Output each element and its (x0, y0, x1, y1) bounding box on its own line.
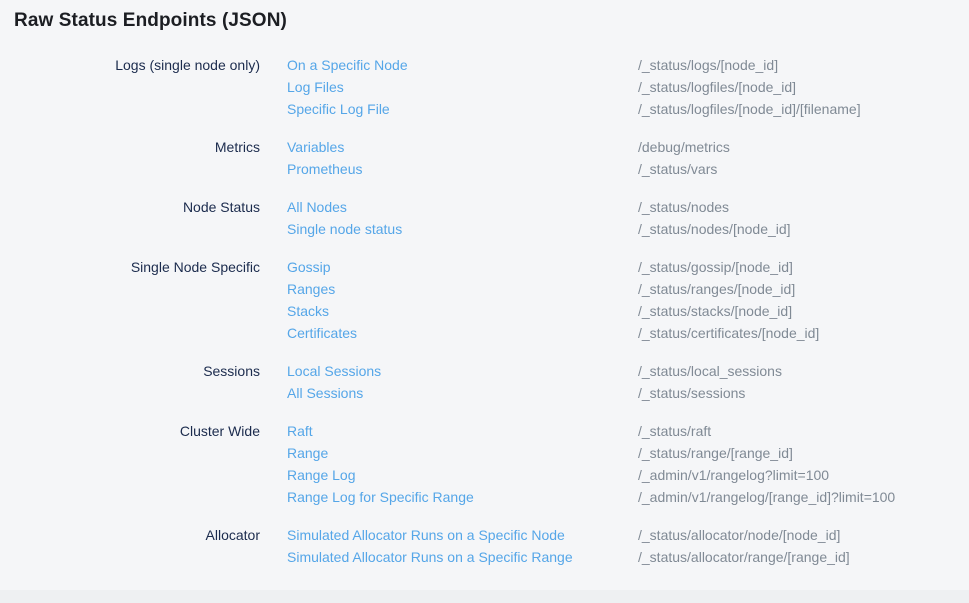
endpoint-paths: /_status/nodes/_status/nodes/[node_id] (638, 196, 969, 240)
endpoint-paths: /_status/raft/_status/range/[range_id]/_… (638, 420, 969, 508)
debug-endpoints-page: Raw Status Endpoints (JSON) Logs (single… (0, 0, 969, 568)
endpoint-path: /_status/vars (638, 158, 969, 180)
endpoint-links: Simulated Allocator Runs on a Specific N… (287, 524, 611, 568)
endpoint-link[interactable]: Variables (287, 136, 344, 158)
endpoint-paths: /_status/allocator/node/[node_id]/_statu… (638, 524, 969, 568)
endpoint-link[interactable]: On a Specific Node (287, 54, 408, 76)
category-label: Node Status (14, 196, 260, 240)
category-label: Single Node Specific (14, 256, 260, 344)
endpoint-path: /_admin/v1/rangelog/[range_id]?limit=100 (638, 486, 969, 508)
endpoint-path: /_status/logfiles/[node_id] (638, 76, 969, 98)
endpoint-path: /_status/logfiles/[node_id]/[filename] (638, 98, 969, 120)
endpoint-link[interactable]: Stacks (287, 300, 329, 322)
endpoint-path: /_status/allocator/range/[range_id] (638, 546, 969, 568)
endpoint-link[interactable]: Raft (287, 420, 313, 442)
endpoint-link[interactable]: Gossip (287, 256, 331, 278)
endpoint-groups: Logs (single node only) On a Specific Nod… (14, 54, 969, 568)
endpoint-group: Allocator Simulated Allocator Runs on a S… (14, 524, 969, 568)
endpoint-group: Node Status All NodesSingle node status /_… (14, 196, 969, 240)
endpoint-path: /_admin/v1/rangelog?limit=100 (638, 464, 969, 486)
endpoint-link[interactable]: Log Files (287, 76, 344, 98)
endpoint-link[interactable]: Single node status (287, 218, 402, 240)
footer-strip (0, 590, 969, 603)
page-title: Raw Status Endpoints (JSON) (14, 10, 969, 32)
endpoint-link[interactable]: Local Sessions (287, 360, 381, 382)
endpoint-path: /_status/sessions (638, 382, 969, 404)
endpoint-links: On a Specific NodeLog FilesSpecific Log … (287, 54, 611, 120)
endpoint-group: Single Node Specific GossipRangesStacksCe… (14, 256, 969, 344)
endpoint-link[interactable]: Range (287, 442, 328, 464)
endpoint-links: RaftRangeRange LogRange Log for Specific… (287, 420, 611, 508)
endpoint-links: GossipRangesStacksCertificates (287, 256, 611, 344)
category-label: Sessions (14, 360, 260, 404)
endpoint-paths: /_status/local_sessions/_status/sessions (638, 360, 969, 404)
endpoint-group: Logs (single node only) On a Specific Nod… (14, 54, 969, 120)
category-label: Cluster Wide (14, 420, 260, 508)
endpoint-link[interactable]: All Sessions (287, 382, 363, 404)
endpoint-path: /_status/stacks/[node_id] (638, 300, 969, 322)
endpoint-group: Sessions Local SessionsAll Sessions /_stat… (14, 360, 969, 404)
endpoint-link[interactable]: Certificates (287, 322, 357, 344)
endpoint-link[interactable]: Simulated Allocator Runs on a Specific N… (287, 524, 565, 546)
endpoint-link[interactable]: Specific Log File (287, 98, 390, 120)
endpoint-path: /_status/local_sessions (638, 360, 969, 382)
endpoint-paths: /debug/metrics/_status/vars (638, 136, 969, 180)
endpoint-link[interactable]: Prometheus (287, 158, 362, 180)
endpoint-paths: /_status/logs/[node_id]/_status/logfiles… (638, 54, 969, 120)
endpoint-path: /_status/certificates/[node_id] (638, 322, 969, 344)
endpoint-paths: /_status/gossip/[node_id]/_status/ranges… (638, 256, 969, 344)
endpoint-link[interactable]: Range Log for Specific Range (287, 486, 474, 508)
category-label: Logs (single node only) (14, 54, 260, 120)
endpoint-group: Cluster Wide RaftRangeRange LogRange Log … (14, 420, 969, 508)
endpoint-path: /_status/raft (638, 420, 969, 442)
category-label: Metrics (14, 136, 260, 180)
endpoint-link[interactable]: Ranges (287, 278, 335, 300)
endpoint-path: /_status/allocator/node/[node_id] (638, 524, 969, 546)
endpoint-path: /_status/ranges/[node_id] (638, 278, 969, 300)
endpoint-path: /_status/nodes (638, 196, 969, 218)
endpoint-path: /debug/metrics (638, 136, 969, 158)
category-label: Allocator (14, 524, 260, 568)
endpoint-path: /_status/range/[range_id] (638, 442, 969, 464)
endpoint-link[interactable]: All Nodes (287, 196, 347, 218)
endpoint-link[interactable]: Range Log (287, 464, 356, 486)
endpoint-path: /_status/logs/[node_id] (638, 54, 969, 76)
endpoint-path: /_status/gossip/[node_id] (638, 256, 969, 278)
endpoint-links: All NodesSingle node status (287, 196, 611, 240)
endpoint-links: Local SessionsAll Sessions (287, 360, 611, 404)
endpoint-path: /_status/nodes/[node_id] (638, 218, 969, 240)
endpoint-link[interactable]: Simulated Allocator Runs on a Specific R… (287, 546, 573, 568)
endpoint-links: VariablesPrometheus (287, 136, 611, 180)
endpoint-group: Metrics VariablesPrometheus/debug/metrics… (14, 136, 969, 180)
